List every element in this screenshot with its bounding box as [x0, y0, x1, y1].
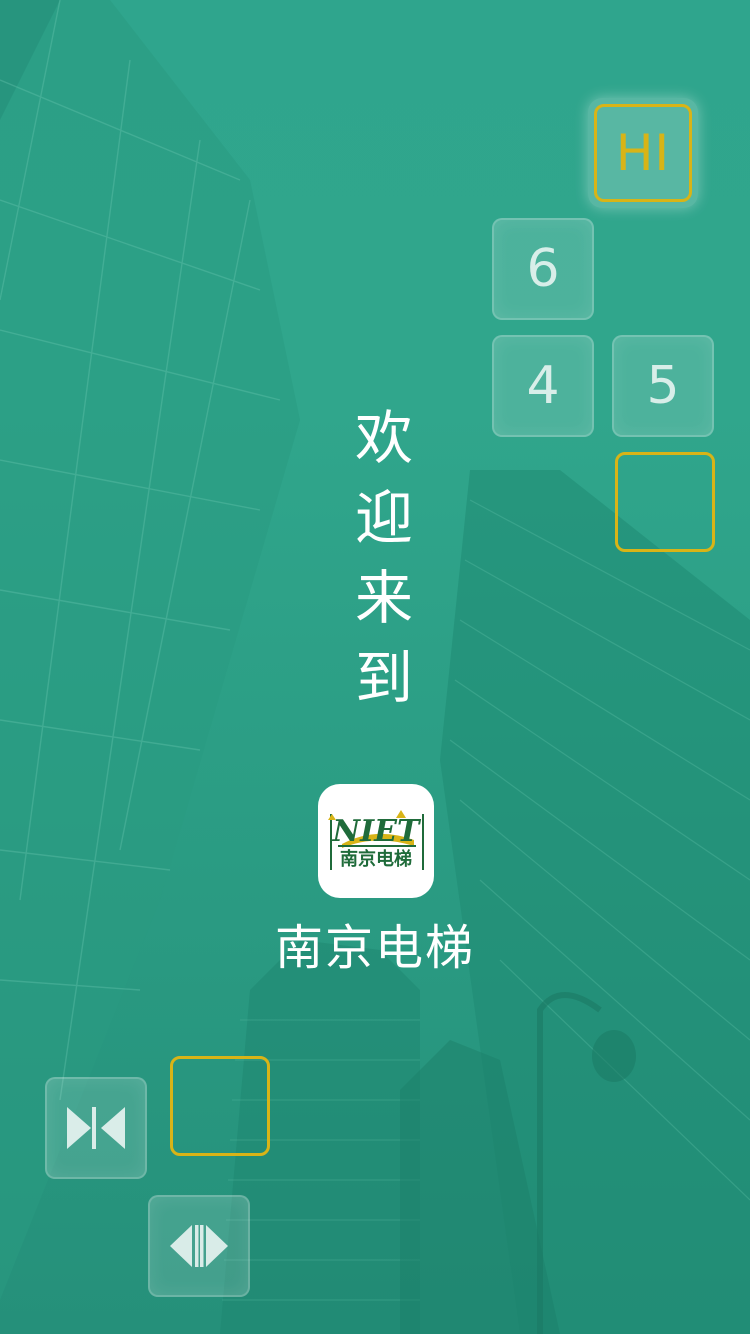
logo-graphic: NIET 南京电梯: [328, 810, 424, 870]
welcome-char-3: 来: [354, 564, 413, 632]
empty-key-slot[interactable]: [615, 452, 715, 552]
hi-button-label: HI: [615, 124, 671, 182]
door-open-icon: [170, 1225, 228, 1267]
logo-latin-text: NIET: [332, 814, 422, 849]
floor-6-label: 6: [526, 239, 560, 299]
welcome-char-4: 到: [354, 644, 413, 712]
floor-5-label: 5: [646, 356, 680, 416]
hi-button[interactable]: HI: [594, 104, 692, 202]
floor-5-button[interactable]: 5: [612, 335, 714, 437]
welcome-char-2: 迎: [354, 484, 413, 552]
floor-4-button[interactable]: 4: [492, 335, 594, 437]
floor-4-label: 4: [526, 356, 560, 416]
door-close-icon: [67, 1107, 125, 1149]
floor-6-button[interactable]: 6: [492, 218, 594, 320]
app-name: 南京电梯: [274, 920, 475, 976]
welcome-text: 欢 迎 来 到: [334, 398, 434, 718]
close-door-button[interactable]: [45, 1077, 147, 1179]
logo-chinese-text: 南京电梯: [340, 848, 412, 870]
welcome-char-1: 欢: [354, 404, 413, 472]
open-door-button[interactable]: [148, 1195, 250, 1297]
empty-control-slot[interactable]: [170, 1056, 270, 1156]
hi-button-frame[interactable]: HI: [588, 98, 698, 208]
app-logo: NIET 南京电梯: [318, 784, 434, 898]
